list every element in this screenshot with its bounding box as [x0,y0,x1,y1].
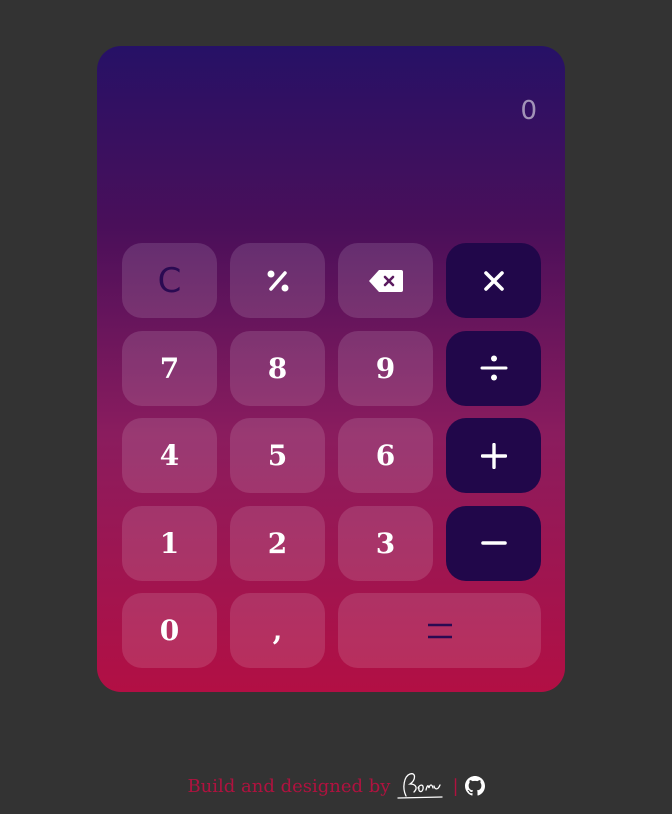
multiply-button[interactable] [446,243,541,318]
digit-0-button[interactable]: 0 [122,593,217,668]
digit-2-button[interactable]: 2 [230,505,325,581]
divide-button[interactable] [446,330,541,406]
github-link[interactable] [464,776,485,796]
github-icon [464,776,485,796]
author-signature[interactable] [396,770,446,802]
backspace-icon [368,269,403,292]
minus-icon [480,541,507,545]
digit-3-button[interactable]: 3 [338,505,433,581]
footer: Build and designed by | [0,770,672,802]
divide-icon [480,355,507,381]
digit-8-button[interactable]: 8 [230,330,325,406]
multiply-icon [483,270,504,291]
digit-7-button[interactable]: 7 [122,330,217,406]
clear-button[interactable]: C [122,243,217,318]
percent-icon [267,270,288,291]
plus-button[interactable] [446,418,541,493]
digit-5-button[interactable]: 5 [230,418,325,493]
minus-button[interactable] [446,505,541,581]
comma-button[interactable]: , [230,593,325,668]
result-display: 0 [520,96,537,126]
equals-button[interactable] [338,593,541,668]
keypad: C 7 8 9 4 5 6 1 2 3 0 , [122,243,541,668]
backspace-button[interactable] [338,243,433,318]
plus-icon [480,442,507,469]
equals-icon [427,623,452,638]
footer-credit-text: Build and designed by [187,775,391,797]
calculator: 0 C 7 8 9 4 5 6 1 2 3 0 , [97,46,565,692]
digit-1-button[interactable]: 1 [122,505,217,581]
percent-button[interactable] [230,243,325,318]
digit-6-button[interactable]: 6 [338,418,433,493]
footer-separator: | [452,775,459,797]
digit-4-button[interactable]: 4 [122,418,217,493]
digit-9-button[interactable]: 9 [338,330,433,406]
signature-graphic [397,773,444,799]
